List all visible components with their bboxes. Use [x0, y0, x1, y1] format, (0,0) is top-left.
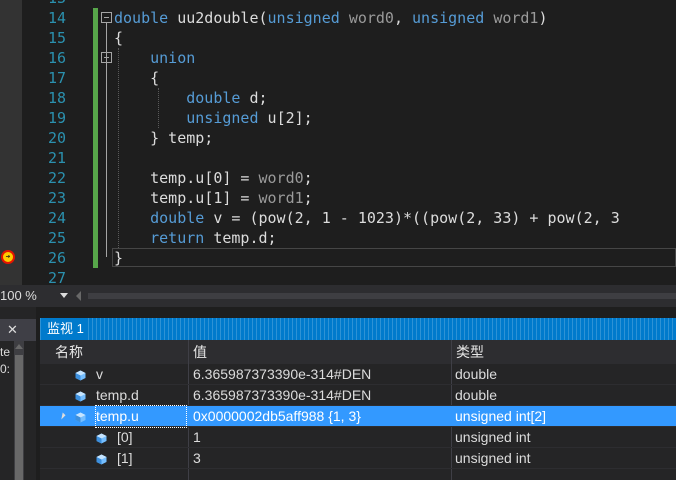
editor-status-bar: 100 % [0, 285, 676, 307]
code-line[interactable]: { [114, 28, 123, 48]
expand-arrow-icon[interactable] [58, 412, 66, 420]
watch-title: 监视 1 [43, 318, 88, 340]
code-line[interactable]: unsigned u[2]; [114, 108, 312, 128]
watch-type-cell[interactable]: double [455, 364, 673, 385]
code-line[interactable]: double v = (pow(2, 1 - 1023)*((pow(2, 33… [114, 208, 620, 228]
line-number: 26 [47, 249, 66, 267]
code-line[interactable]: union [114, 48, 195, 68]
current-line-highlight [112, 248, 676, 267]
watch-value-cell[interactable]: 6.365987373390e-314#DEN [193, 364, 448, 385]
line-number: 21 [47, 149, 66, 167]
chevron-down-icon[interactable] [60, 293, 68, 298]
breakpoint-margin[interactable] [0, 0, 22, 285]
watch-value-cell[interactable]: 3 [193, 448, 448, 469]
side-panel-tab[interactable]: ✕ [0, 319, 36, 341]
code-line[interactable]: temp.u[0] = word0; [114, 168, 313, 188]
scroll-up-icon[interactable] [15, 344, 23, 349]
line-number: 25 [47, 229, 66, 247]
line-number: 27 [47, 269, 66, 285]
line-number: 24 [47, 209, 66, 227]
watch-value-cell[interactable]: 6.365987373390e-314#DEN [193, 385, 448, 406]
code-line[interactable]: { [114, 68, 159, 88]
fold-region-line [106, 63, 107, 137]
code-line[interactable]: double uu2double(unsigned word0, unsigne… [114, 8, 548, 28]
line-number: 22 [47, 169, 66, 187]
variable-icon [96, 452, 107, 465]
watch-type-cell[interactable]: unsigned int [455, 427, 673, 448]
watch-name-cell[interactable]: temp.d [96, 385, 186, 406]
variable-icon [96, 431, 107, 444]
scrollbar-thumb[interactable] [15, 355, 23, 480]
watch-name-cell[interactable]: v [96, 364, 186, 385]
line-number: 18 [47, 89, 66, 107]
watch-type-cell[interactable]: unsigned int[2] [455, 406, 673, 427]
line-number: 17 [47, 69, 66, 87]
watch-name-cell[interactable]: [1] [117, 448, 186, 469]
variable-icon [75, 389, 86, 402]
line-number: 15 [47, 29, 66, 47]
horizontal-scrollbar[interactable] [88, 293, 676, 299]
line-number: 14 [47, 9, 66, 27]
side-panel: ✕ te 0: [0, 307, 36, 480]
code-line[interactable]: temp.u[1] = word1; [114, 188, 313, 208]
truncated-text: te [0, 345, 11, 359]
watch-row[interactable]: temp.u 0x0000002db5aff988 {1, 3} unsigned … [40, 405, 676, 428]
watch-value-cell[interactable]: 1 [193, 427, 448, 448]
watch-type-cell[interactable]: unsigned int [455, 448, 673, 469]
column-header-name[interactable]: 名称 [55, 340, 83, 364]
close-icon[interactable]: ✕ [7, 319, 18, 341]
line-number: 23 [47, 189, 66, 207]
collapse-function-icon[interactable] [101, 12, 112, 23]
watch-row[interactable]: [0] 1 unsigned int [40, 427, 676, 448]
watch-header-row: 名称 值 类型 [40, 340, 676, 364]
watch-title-bar[interactable]: 监视 1 [40, 318, 676, 340]
line-number: 13 [22, 0, 66, 8]
scroll-left-icon[interactable] [76, 291, 81, 301]
breakpoint-current-statement-icon[interactable]: ➔ [1, 250, 15, 264]
vertical-scrollbar[interactable] [14, 341, 24, 480]
watch-window: 监视 1 名称 值 类型 v 6.365987373390e-314#DEN dou… [40, 318, 676, 480]
change-indicator-bar [93, 8, 98, 268]
variable-icon [75, 368, 86, 381]
watch-type-cell[interactable]: double [455, 385, 673, 406]
code-line[interactable]: double d; [114, 88, 267, 108]
code-editor[interactable]: 13 14 15 16 17 18 19 20 21 22 23 24 25 2… [0, 0, 676, 285]
watch-name-cell[interactable]: [0] [117, 427, 186, 448]
column-header-type[interactable]: 类型 [456, 340, 484, 364]
code-line[interactable]: } [114, 248, 123, 268]
column-header-value[interactable]: 值 [193, 340, 207, 364]
line-number: 20 [47, 129, 66, 147]
watch-row[interactable]: temp.d 6.365987373390e-314#DEN double [40, 385, 676, 406]
line-number: 16 [47, 49, 66, 67]
watch-row[interactable]: [1] 3 unsigned int [40, 448, 676, 469]
truncated-text: 0: [0, 362, 11, 376]
watch-value-cell[interactable]: 0x0000002db5aff988 {1, 3} [193, 406, 448, 427]
code-line[interactable]: } temp; [114, 128, 213, 148]
zoom-level-dropdown[interactable]: 100 % [0, 285, 37, 307]
collapse-union-icon[interactable] [101, 52, 112, 63]
code-line[interactable]: return temp.d; [114, 228, 276, 248]
watch-row[interactable]: v 6.365987373390e-314#DEN double [40, 364, 676, 385]
watch-name-cell[interactable]: temp.u [95, 405, 187, 428]
line-number: 19 [47, 109, 66, 127]
variable-icon [75, 410, 86, 423]
